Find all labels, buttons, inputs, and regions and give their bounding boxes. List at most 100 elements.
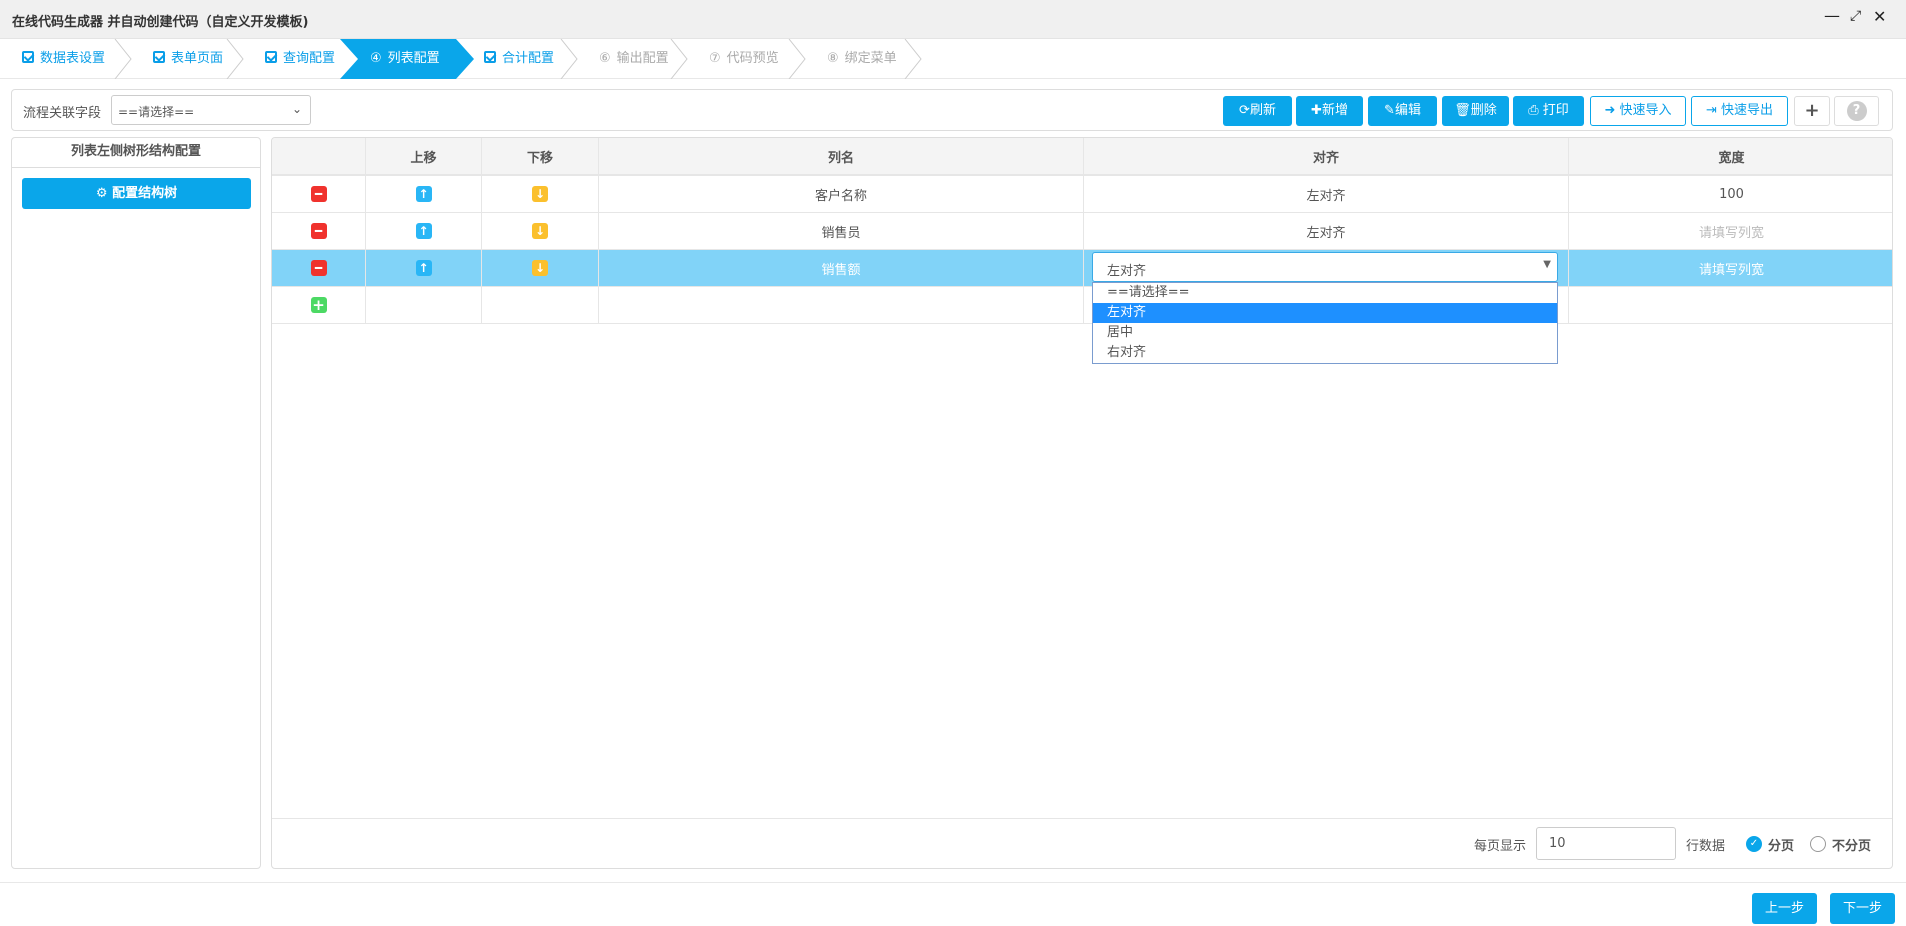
next-step-button[interactable]: 下一步	[1830, 893, 1895, 924]
quick-export-label: 快速导出	[1721, 103, 1774, 118]
maximize-icon[interactable]: ⤢	[1850, 8, 1861, 24]
refresh-button[interactable]: ⟳刷新	[1223, 96, 1292, 126]
move-up-cell: ↑	[366, 250, 482, 286]
print-icon: ⎙	[1528, 103, 1543, 118]
toolbar: 流程关联字段 ==请选择== ⌄ ⟳刷新 ✚新增 ✎编辑 🗑删除 ⎙ 打印 ➜ 快…	[11, 89, 1893, 131]
empty-cell	[366, 287, 482, 323]
tree-config-panel: 列表左侧树形结构配置 ⚙ 配置结构树	[11, 137, 261, 869]
delete-button[interactable]: 🗑删除	[1442, 96, 1509, 126]
remove-row-icon[interactable]: ━	[310, 260, 327, 276]
step-query-config[interactable]: 查询配置	[243, 39, 343, 79]
remove-row-icon[interactable]: ━	[310, 223, 327, 239]
step-label: 列表配置	[387, 51, 440, 66]
empty-cell	[482, 287, 599, 323]
move-up-cell: ↑	[366, 213, 482, 249]
column-table: 上移 下移 列名 对齐 宽度 ━ ↑ ↓ 客户名称 左对齐 100 ━ ↑ ↓ 销售员 左对齐 请填写…	[271, 137, 1893, 869]
step-number: ④	[370, 51, 382, 66]
move-down-cell: ↓	[482, 213, 599, 249]
table-header: 上移 下移 列名 对齐 宽度	[272, 138, 1892, 176]
refresh-label: 刷新	[1249, 103, 1276, 118]
chevron-divider	[788, 39, 806, 79]
gear-icon: ⚙	[95, 186, 113, 201]
not-paged-label: 不分页	[1832, 839, 1872, 854]
minimize-icon[interactable]: —	[1824, 6, 1840, 25]
edit-label: 编辑	[1394, 103, 1421, 118]
caret-down-icon: ▼	[1543, 259, 1551, 270]
align-select[interactable]: 左对齐 ▼	[1092, 252, 1558, 282]
align-option[interactable]: 居中	[1093, 323, 1557, 343]
step-table-settings[interactable]: 数据表设置	[0, 39, 132, 79]
add-button[interactable]: ✚新增	[1296, 96, 1363, 126]
arrow-up-icon[interactable]: ↑	[415, 186, 432, 202]
add-cell: +	[272, 287, 366, 323]
delete-cell: ━	[272, 213, 366, 249]
step-label: 代码预览	[726, 51, 779, 66]
arrow-down-icon[interactable]: ↓	[532, 186, 548, 202]
arrow-down-icon[interactable]: ↓	[532, 223, 548, 239]
edit-button[interactable]: ✎编辑	[1368, 96, 1437, 126]
step-code-preview[interactable]: ⑦ 代码预览	[687, 39, 806, 79]
align-option[interactable]: 左对齐	[1093, 303, 1557, 323]
table-row[interactable]: ━ ↑ ↓ 客户名称 左对齐 100	[272, 176, 1892, 213]
header-move-down: 下移	[482, 138, 599, 174]
flow-field-value: ==请选择==	[118, 105, 195, 119]
width-cell[interactable]: 请填写列宽	[1569, 213, 1892, 249]
chevron-divider	[114, 39, 132, 79]
plus-icon: ✚	[1311, 103, 1322, 118]
divider	[0, 882, 1906, 883]
delete-cell: ━	[272, 250, 366, 286]
per-page-label: 每页显示	[1474, 839, 1527, 854]
per-page-input[interactable]: 10	[1536, 827, 1676, 860]
config-tree-label: 配置结构树	[112, 186, 178, 201]
pencil-icon: ✎	[1384, 103, 1395, 118]
step-label: 合计配置	[502, 51, 555, 66]
config-tree-button[interactable]: ⚙ 配置结构树	[22, 178, 251, 209]
header-align: 对齐	[1084, 138, 1569, 174]
step-bind-menu[interactable]: ⑧ 绑定菜单	[805, 39, 922, 79]
width-cell[interactable]: 请填写列宽	[1569, 250, 1892, 286]
paged-radio[interactable]: ✓	[1746, 836, 1762, 852]
align-option[interactable]: ==请选择==	[1093, 283, 1557, 303]
step-number: ⑦	[709, 51, 721, 66]
flow-field-select[interactable]: ==请选择== ⌄	[111, 95, 311, 125]
prev-step-button[interactable]: 上一步	[1752, 893, 1817, 924]
expand-button[interactable]: +	[1794, 96, 1830, 126]
remove-row-icon[interactable]: ━	[310, 186, 327, 202]
check-icon	[153, 51, 165, 63]
add-row-icon[interactable]: +	[310, 297, 327, 313]
step-list-config[interactable]: ④ 列表配置	[340, 39, 474, 79]
table-row[interactable]: ━ ↑ ↓ 销售额 请填写列宽	[272, 250, 1892, 287]
align-select-value: 左对齐	[1107, 264, 1147, 279]
quick-export-button[interactable]: ⇥ 快速导出	[1691, 96, 1788, 126]
table-row[interactable]: ━ ↑ ↓ 销售员 左对齐 请填写列宽	[272, 213, 1892, 250]
step-form-page[interactable]: 表单页面	[131, 39, 244, 79]
step-sum-config[interactable]: 合计配置	[474, 39, 578, 79]
print-button[interactable]: ⎙ 打印	[1513, 96, 1584, 126]
print-label: 打印	[1542, 103, 1569, 118]
close-icon[interactable]: ✕	[1873, 7, 1886, 26]
step-number: ⑥	[599, 51, 611, 66]
step-label: 查询配置	[283, 51, 336, 66]
arrow-up-icon[interactable]: ↑	[415, 260, 432, 276]
step-output-config[interactable]: ⑥ 输出配置	[577, 39, 688, 79]
chevron-divider	[560, 39, 578, 79]
step-label: 输出配置	[616, 51, 669, 66]
align-cell[interactable]: 左对齐	[1084, 213, 1569, 249]
help-button[interactable]: ?	[1834, 96, 1879, 126]
add-row: +	[272, 287, 1892, 324]
column-name-cell: 客户名称	[599, 176, 1084, 212]
quick-import-button[interactable]: ➜ 快速导入	[1590, 96, 1686, 126]
move-down-cell: ↓	[482, 176, 599, 212]
step-label: 数据表设置	[40, 51, 106, 66]
align-cell[interactable]: 左对齐	[1084, 176, 1569, 212]
delete-cell: ━	[272, 176, 366, 212]
align-option[interactable]: 右对齐	[1093, 343, 1557, 363]
arrow-down-icon[interactable]: ↓	[532, 260, 548, 276]
pagination-footer: 每页显示 10 行数据 ✓ 分页 不分页	[272, 818, 1892, 868]
step-number: ⑧	[827, 51, 839, 66]
width-cell[interactable]: 100	[1569, 176, 1892, 212]
header-actions	[272, 138, 366, 174]
column-name-cell: 销售员	[599, 213, 1084, 249]
not-paged-radio[interactable]	[1810, 836, 1826, 852]
arrow-up-icon[interactable]: ↑	[415, 223, 432, 239]
